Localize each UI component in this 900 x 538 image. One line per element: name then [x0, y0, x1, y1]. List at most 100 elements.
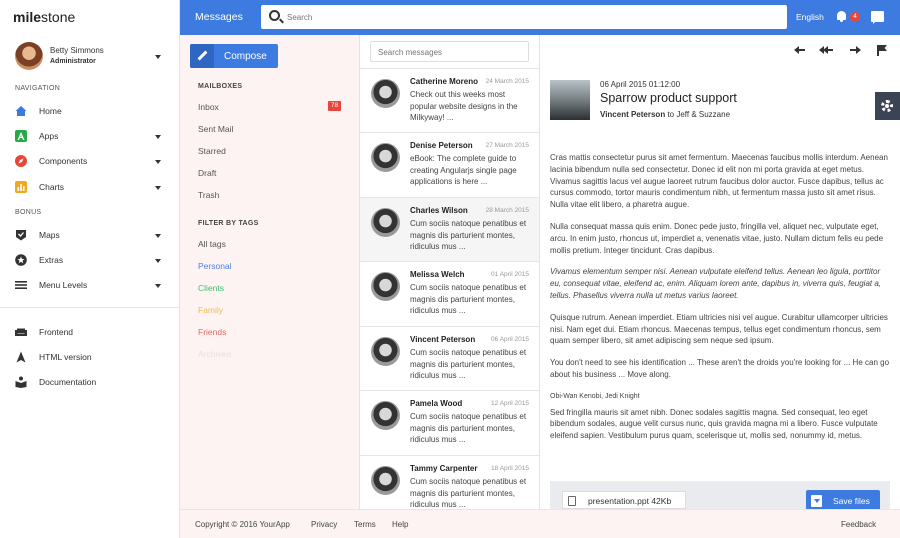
menu-icon	[15, 279, 27, 291]
mailboxes-heading: MAILBOXES	[198, 83, 243, 90]
chevron-down-icon	[155, 284, 161, 288]
sidebar-item-html-version[interactable]: HTML version	[15, 349, 165, 367]
message-item[interactable]: Catherine Moreno 24 March 2015 Check out…	[360, 68, 539, 132]
reading-pane: 06 April 2015 01:12:00 Sparrow product s…	[540, 35, 900, 509]
search-input[interactable]	[287, 10, 767, 24]
chevron-down-icon	[155, 160, 161, 164]
section-bonus: BONUS	[15, 209, 42, 216]
sidebar-item-menu-levels[interactable]: Menu Levels	[15, 277, 165, 295]
message-item-selected[interactable]: Charles Wilson 28 March 2015 Cum sociis …	[360, 197, 539, 261]
tags-heading: FILTER BY TAGS	[198, 220, 259, 227]
user-menu[interactable]: Betty Simmons Administrator	[15, 42, 165, 72]
bell-icon[interactable]	[836, 10, 847, 22]
signature: Obi-Wan Kenobi, Jedi Knight	[550, 392, 640, 400]
chevron-down-icon	[155, 186, 161, 190]
chart-icon	[15, 181, 27, 193]
message-item[interactable]: Denise Peterson 27 March 2015 eBook: The…	[360, 132, 539, 196]
sofa-icon	[15, 326, 27, 338]
message-item[interactable]: Tammy Carpenter 18 April 2015 Cum sociis…	[360, 455, 539, 509]
tag-friends[interactable]: Friends	[198, 327, 226, 337]
apps-icon	[15, 130, 27, 142]
sidebar-item-home[interactable]: Home	[15, 103, 165, 121]
sidebar: milestone Betty Simmons Administrator NA…	[0, 0, 180, 538]
topbar: Messages English 4	[180, 0, 900, 35]
attachment-chip[interactable]: presentation.ppt 42Kb	[562, 491, 686, 509]
compass-icon	[15, 155, 27, 167]
message-item[interactable]: Vincent Peterson 06 April 2015 Cum socii…	[360, 326, 539, 390]
feedback-link[interactable]: Feedback	[841, 520, 876, 529]
footer-link-privacy[interactable]: Privacy	[311, 520, 337, 529]
sidebar-item-maps[interactable]: Maps	[15, 227, 165, 245]
gear-icon	[881, 100, 893, 112]
avatar	[371, 466, 400, 495]
page-title: Messages	[195, 11, 243, 23]
map-icon	[15, 229, 27, 241]
sidebar-item-apps[interactable]: Apps	[15, 128, 165, 146]
app: milestone Betty Simmons Administrator NA…	[0, 0, 900, 538]
star-icon	[15, 254, 27, 266]
reply-all-icon[interactable]	[819, 44, 833, 56]
avatar	[371, 337, 400, 366]
search-icon	[269, 10, 280, 21]
footer-link-terms[interactable]: Terms	[354, 520, 376, 529]
sidebar-item-documentation[interactable]: Documentation	[15, 374, 165, 392]
message-subject: Sparrow product support	[600, 91, 737, 105]
message-list: Catherine Moreno 24 March 2015 Check out…	[360, 35, 540, 509]
compose-button[interactable]: Compose	[190, 44, 278, 68]
sidebar-item-charts[interactable]: Charts	[15, 179, 165, 197]
user-role: Administrator	[50, 58, 96, 65]
sidebar-item-components[interactable]: Components	[15, 153, 165, 171]
home-icon	[15, 105, 27, 117]
save-files-button[interactable]: Save files	[806, 490, 880, 509]
language-selector[interactable]: English	[796, 12, 824, 22]
avatar	[371, 79, 400, 108]
chevron-down-icon	[155, 55, 161, 59]
mailbox-sent[interactable]: Sent Mail	[198, 124, 233, 134]
book-icon	[15, 376, 27, 388]
mailbox-starred[interactable]: Starred	[198, 146, 226, 156]
flag-icon[interactable]	[875, 44, 887, 56]
inbox-count-badge: 78	[328, 101, 341, 111]
sender-avatar	[550, 80, 590, 120]
download-icon	[811, 495, 822, 507]
chat-icon[interactable]	[871, 11, 884, 24]
navigate-icon	[15, 351, 27, 363]
message-item[interactable]: Melissa Welch 01 April 2015 Cum sociis n…	[360, 261, 539, 325]
avatar	[371, 208, 400, 237]
sidebar-item-extras[interactable]: Extras	[15, 252, 165, 270]
attachments-bar: presentation.ppt 42Kb Save files	[550, 481, 890, 509]
user-name: Betty Simmons	[50, 46, 104, 55]
tag-family[interactable]: Family	[198, 305, 223, 315]
pencil-icon	[190, 44, 214, 68]
avatar	[371, 143, 400, 172]
brand-logo[interactable]: milestone	[13, 9, 75, 25]
tag-clients[interactable]: Clients	[198, 283, 224, 293]
footer: Copyright © 2016 YourApp Privacy Terms H…	[180, 509, 900, 538]
copyright: Copyright © 2016 YourApp	[195, 520, 290, 529]
mailbox-inbox[interactable]: Inbox	[198, 102, 219, 112]
tag-all[interactable]: All tags	[198, 239, 226, 249]
mailbox-draft[interactable]: Draft	[198, 168, 216, 178]
mailbox-panel: Compose MAILBOXES Inbox 78 Sent Mail Sta…	[180, 35, 360, 509]
footer-link-help[interactable]: Help	[392, 520, 408, 529]
message-date: 06 April 2015 01:12:00	[600, 80, 681, 89]
mailbox-trash[interactable]: Trash	[198, 190, 219, 200]
reply-icon[interactable]	[794, 44, 806, 56]
chevron-down-icon	[155, 135, 161, 139]
chevron-down-icon	[155, 259, 161, 263]
file-icon	[568, 496, 576, 506]
avatar	[15, 42, 43, 70]
avatar	[371, 401, 400, 430]
message-item[interactable]: Pamela Wood 12 April 2015 Cum sociis nat…	[360, 390, 539, 454]
forward-icon[interactable]	[849, 44, 861, 56]
tag-personal[interactable]: Personal	[198, 261, 232, 271]
tag-archived[interactable]: Archived	[198, 349, 231, 359]
sidebar-item-frontend[interactable]: Frontend	[15, 324, 165, 342]
notification-badge: 4	[850, 12, 860, 22]
message-search-input[interactable]	[378, 46, 518, 58]
message-from: Vincent Peterson to Jeff & Suzzane	[600, 110, 731, 119]
message-body: Cras mattis consectetur purus sit amet f…	[550, 152, 892, 452]
message-search	[370, 41, 529, 62]
settings-button[interactable]	[875, 92, 900, 120]
divider	[0, 307, 179, 308]
